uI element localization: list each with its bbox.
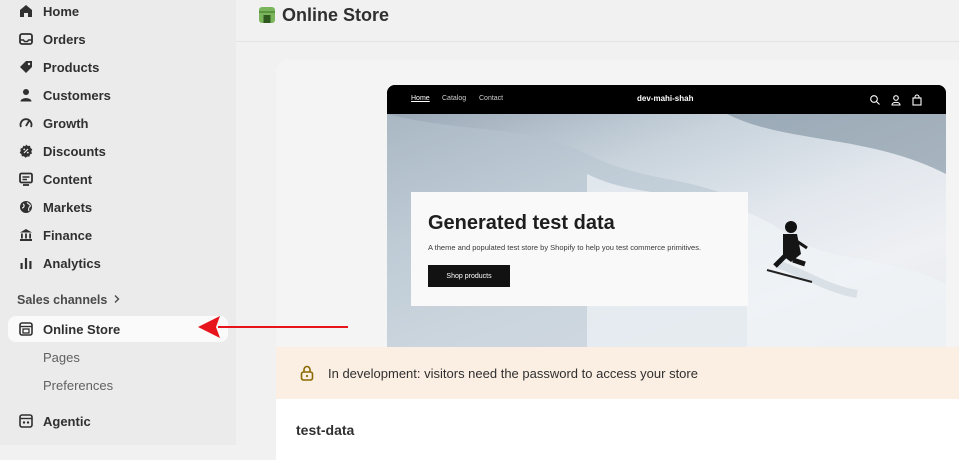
- sales-channels-heading[interactable]: Sales channels: [17, 293, 121, 307]
- preview-brand: dev-mahi-shah: [637, 94, 694, 103]
- bar-chart-icon: [18, 255, 34, 271]
- sidebar-item-label: Growth: [43, 115, 89, 131]
- sidebar-item-label: Agentic: [43, 413, 91, 429]
- store-name: test-data: [296, 422, 355, 438]
- sidebar-item-label: Customers: [43, 87, 111, 103]
- storefront-icon: [18, 321, 34, 337]
- tag-icon: [18, 59, 34, 75]
- sidebar-item-customers[interactable]: Customers: [8, 82, 228, 108]
- theme-preview-area: Home Catalog Contact dev-mahi-shah Gener…: [276, 60, 959, 347]
- lock-icon: [300, 365, 314, 386]
- sidebar-item-label: Discounts: [43, 143, 106, 159]
- home-icon: [18, 3, 34, 19]
- sidebar-item-label: Products: [43, 59, 100, 75]
- sidebar-item-orders[interactable]: Orders: [8, 26, 228, 52]
- sales-channels-label: Sales channels: [17, 293, 108, 307]
- sidebar-item-agentic[interactable]: Agentic: [8, 408, 228, 434]
- hero-title: Generated test data: [428, 212, 615, 234]
- sidebar-item-home[interactable]: Home: [8, 0, 228, 24]
- development-banner: In development: visitors need the passwo…: [276, 347, 959, 399]
- sidebar-item-label: Markets: [43, 199, 93, 215]
- sidebar-item-analytics[interactable]: Analytics: [8, 250, 228, 276]
- preview-nav-catalog: Catalog: [442, 95, 467, 102]
- sidebar-item-products[interactable]: Products: [8, 54, 228, 80]
- cart-icon: [911, 93, 923, 106]
- bank-icon: [18, 227, 34, 243]
- agentic-icon: [18, 413, 34, 429]
- shop-products-button[interactable]: Shop products: [428, 265, 510, 287]
- hero-content-box: Generated test data A theme and populate…: [411, 192, 748, 306]
- sidebar-item-label: Content: [43, 171, 93, 187]
- search-icon: [869, 93, 881, 105]
- sidebar-subitem-pages[interactable]: Pages: [43, 350, 80, 365]
- account-icon: [890, 93, 902, 106]
- sidebar-item-label: Analytics: [43, 255, 101, 271]
- sidebar-item-markets[interactable]: Markets: [8, 194, 228, 220]
- page-title: Online Store: [282, 5, 390, 25]
- sidebar-item-online-store[interactable]: Online Store: [8, 316, 228, 342]
- globe-icon: [18, 199, 34, 215]
- page-header: Online Store: [236, 0, 959, 42]
- theme-preview[interactable]: Home Catalog Contact dev-mahi-shah Gener…: [387, 85, 946, 347]
- sidebar-item-finance[interactable]: Finance: [8, 222, 228, 248]
- online-store-card: Home Catalog Contact dev-mahi-shah Gener…: [276, 60, 959, 460]
- sidebar-item-discounts[interactable]: Discounts: [8, 138, 228, 164]
- preview-nav-contact: Contact: [479, 95, 504, 102]
- red-arrow-annotation: [198, 316, 348, 338]
- online-store-icon: [258, 6, 276, 29]
- sidebar-subitem-preferences[interactable]: Preferences: [43, 378, 113, 393]
- chevron-right-icon: [113, 293, 121, 307]
- discount-icon: [18, 143, 34, 159]
- preview-hero: Generated test data A theme and populate…: [387, 114, 946, 347]
- main-content: Online Store Home Catalog Contact dev-ma…: [236, 0, 959, 460]
- sidebar-item-growth[interactable]: Growth: [8, 110, 228, 136]
- banner-text: In development: visitors need the passwo…: [328, 366, 698, 381]
- content-icon: [18, 171, 34, 187]
- hero-subtitle: A theme and populated test store by Shop…: [428, 243, 702, 252]
- sidebar-item-label: Online Store: [43, 321, 121, 337]
- sidebar-item-label: Home: [43, 3, 80, 19]
- preview-nav-bar: Home Catalog Contact dev-mahi-shah: [387, 85, 946, 114]
- sidebar-item-label: Finance: [43, 227, 93, 243]
- sidebar: Home Orders Products Customers Growth Di…: [0, 0, 236, 445]
- sidebar-item-label: Orders: [43, 31, 86, 47]
- preview-nav-home: Home: [411, 95, 430, 102]
- gauge-icon: [18, 115, 34, 131]
- person-icon: [18, 87, 34, 103]
- inbox-icon: [18, 31, 34, 47]
- sidebar-item-content[interactable]: Content: [8, 166, 228, 192]
